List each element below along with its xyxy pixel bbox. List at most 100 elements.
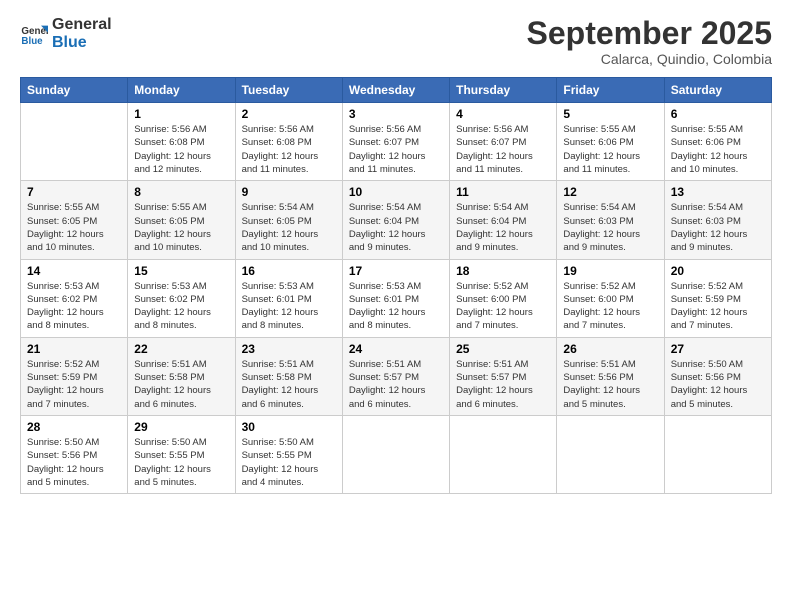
day-info: Sunrise: 5:53 AM Sunset: 6:01 PM Dayligh… xyxy=(242,280,336,333)
day-info: Sunrise: 5:52 AM Sunset: 6:00 PM Dayligh… xyxy=(563,280,657,333)
calendar-cell: 24Sunrise: 5:51 AM Sunset: 5:57 PM Dayli… xyxy=(342,337,449,415)
logo: General Blue General Blue xyxy=(20,16,112,51)
calendar-cell: 22Sunrise: 5:51 AM Sunset: 5:58 PM Dayli… xyxy=(128,337,235,415)
calendar-week-1: 1 Sunrise: 5:56 AM Sunset: 6:08 PM Daylig… xyxy=(21,103,772,181)
day-number: 29 xyxy=(134,420,228,434)
day-number: 10 xyxy=(349,185,443,199)
header-monday: Monday xyxy=(128,78,235,103)
day-number: 7 xyxy=(27,185,121,199)
day-number: 3 xyxy=(349,107,443,121)
day-number: 25 xyxy=(456,342,550,356)
calendar-cell xyxy=(21,103,128,181)
day-info: Sunrise: 5:56 AM Sunset: 6:07 PM Dayligh… xyxy=(456,123,550,176)
calendar-cell: 13 Sunrise: 5:54 AM Sunset: 6:03 PM Dayli… xyxy=(664,181,771,259)
day-info: Sunrise: 5:51 AM Sunset: 5:57 PM Dayligh… xyxy=(456,358,550,411)
day-number: 9 xyxy=(242,185,336,199)
calendar-cell: 18 Sunrise: 5:52 AM Sunset: 6:00 PM Dayli… xyxy=(450,259,557,337)
day-number: 16 xyxy=(242,264,336,278)
calendar-table: Sunday Monday Tuesday Wednesday Thursday… xyxy=(20,77,772,494)
day-number: 21 xyxy=(27,342,121,356)
calendar-cell: 19 Sunrise: 5:52 AM Sunset: 6:00 PM Dayli… xyxy=(557,259,664,337)
calendar-cell: 23Sunrise: 5:51 AM Sunset: 5:58 PM Dayli… xyxy=(235,337,342,415)
page: General Blue General Blue September 2025… xyxy=(0,0,792,612)
header-friday: Friday xyxy=(557,78,664,103)
day-info: Sunrise: 5:55 AM Sunset: 6:05 PM Dayligh… xyxy=(27,201,121,254)
calendar-week-5: 28 Sunrise: 5:50 AM Sunset: 5:56 PM Dayli… xyxy=(21,415,772,493)
day-info: Sunrise: 5:51 AM Sunset: 5:57 PM Dayligh… xyxy=(349,358,443,411)
day-info: Sunrise: 5:50 AM Sunset: 5:55 PM Dayligh… xyxy=(242,436,336,489)
calendar-cell: 17 Sunrise: 5:53 AM Sunset: 6:01 PM Dayli… xyxy=(342,259,449,337)
day-info: Sunrise: 5:50 AM Sunset: 5:56 PM Dayligh… xyxy=(671,358,765,411)
calendar-cell: 9 Sunrise: 5:54 AM Sunset: 6:05 PM Daylig… xyxy=(235,181,342,259)
day-info: Sunrise: 5:55 AM Sunset: 6:06 PM Dayligh… xyxy=(671,123,765,176)
day-number: 27 xyxy=(671,342,765,356)
day-info: Sunrise: 5:51 AM Sunset: 5:56 PM Dayligh… xyxy=(563,358,657,411)
calendar-cell: 14Sunrise: 5:53 AM Sunset: 6:02 PM Dayli… xyxy=(21,259,128,337)
calendar-cell: 1 Sunrise: 5:56 AM Sunset: 6:08 PM Daylig… xyxy=(128,103,235,181)
calendar-cell: 27 Sunrise: 5:50 AM Sunset: 5:56 PM Dayli… xyxy=(664,337,771,415)
day-info: Sunrise: 5:55 AM Sunset: 6:05 PM Dayligh… xyxy=(134,201,228,254)
day-number: 20 xyxy=(671,264,765,278)
calendar-header: Sunday Monday Tuesday Wednesday Thursday… xyxy=(21,78,772,103)
day-info: Sunrise: 5:56 AM Sunset: 6:07 PM Dayligh… xyxy=(349,123,443,176)
day-info: Sunrise: 5:54 AM Sunset: 6:05 PM Dayligh… xyxy=(242,201,336,254)
calendar-cell: 4 Sunrise: 5:56 AM Sunset: 6:07 PM Daylig… xyxy=(450,103,557,181)
day-number: 13 xyxy=(671,185,765,199)
day-info: Sunrise: 5:53 AM Sunset: 6:01 PM Dayligh… xyxy=(349,280,443,333)
calendar-week-2: 7 Sunrise: 5:55 AM Sunset: 6:05 PM Daylig… xyxy=(21,181,772,259)
calendar-cell: 28 Sunrise: 5:50 AM Sunset: 5:56 PM Dayli… xyxy=(21,415,128,493)
logo-icon: General Blue xyxy=(20,20,48,48)
calendar-cell: 15Sunrise: 5:53 AM Sunset: 6:02 PM Dayli… xyxy=(128,259,235,337)
day-number: 4 xyxy=(456,107,550,121)
logo-text-general: General xyxy=(52,16,112,34)
header-wednesday: Wednesday xyxy=(342,78,449,103)
calendar-cell: 8 Sunrise: 5:55 AM Sunset: 6:05 PM Daylig… xyxy=(128,181,235,259)
calendar-cell: 25 Sunrise: 5:51 AM Sunset: 5:57 PM Dayli… xyxy=(450,337,557,415)
calendar-cell: 6 Sunrise: 5:55 AM Sunset: 6:06 PM Daylig… xyxy=(664,103,771,181)
day-info: Sunrise: 5:52 AM Sunset: 5:59 PM Dayligh… xyxy=(671,280,765,333)
day-number: 18 xyxy=(456,264,550,278)
day-number: 6 xyxy=(671,107,765,121)
calendar-week-3: 14Sunrise: 5:53 AM Sunset: 6:02 PM Dayli… xyxy=(21,259,772,337)
day-info: Sunrise: 5:51 AM Sunset: 5:58 PM Dayligh… xyxy=(242,358,336,411)
day-number: 12 xyxy=(563,185,657,199)
day-info: Sunrise: 5:53 AM Sunset: 6:02 PM Dayligh… xyxy=(27,280,121,333)
calendar-cell: 21 Sunrise: 5:52 AM Sunset: 5:59 PM Dayli… xyxy=(21,337,128,415)
calendar-cell: 30Sunrise: 5:50 AM Sunset: 5:55 PM Dayli… xyxy=(235,415,342,493)
day-info: Sunrise: 5:54 AM Sunset: 6:03 PM Dayligh… xyxy=(563,201,657,254)
day-info: Sunrise: 5:50 AM Sunset: 5:55 PM Dayligh… xyxy=(134,436,228,489)
day-info: Sunrise: 5:54 AM Sunset: 6:03 PM Dayligh… xyxy=(671,201,765,254)
calendar-cell: 12 Sunrise: 5:54 AM Sunset: 6:03 PM Dayli… xyxy=(557,181,664,259)
day-info: Sunrise: 5:51 AM Sunset: 5:58 PM Dayligh… xyxy=(134,358,228,411)
calendar-cell xyxy=(664,415,771,493)
day-number: 8 xyxy=(134,185,228,199)
day-number: 28 xyxy=(27,420,121,434)
day-info: Sunrise: 5:55 AM Sunset: 6:06 PM Dayligh… xyxy=(563,123,657,176)
header-sunday: Sunday xyxy=(21,78,128,103)
calendar-cell xyxy=(342,415,449,493)
day-number: 26 xyxy=(563,342,657,356)
day-info: Sunrise: 5:52 AM Sunset: 6:00 PM Dayligh… xyxy=(456,280,550,333)
day-number: 1 xyxy=(134,107,228,121)
header: General Blue General Blue September 2025… xyxy=(20,16,772,67)
day-info: Sunrise: 5:50 AM Sunset: 5:56 PM Dayligh… xyxy=(27,436,121,489)
day-info: Sunrise: 5:56 AM Sunset: 6:08 PM Dayligh… xyxy=(134,123,228,176)
day-info: Sunrise: 5:52 AM Sunset: 5:59 PM Dayligh… xyxy=(27,358,121,411)
calendar-cell: 29 Sunrise: 5:50 AM Sunset: 5:55 PM Dayli… xyxy=(128,415,235,493)
calendar-cell: 2 Sunrise: 5:56 AM Sunset: 6:08 PM Daylig… xyxy=(235,103,342,181)
header-saturday: Saturday xyxy=(664,78,771,103)
day-info: Sunrise: 5:56 AM Sunset: 6:08 PM Dayligh… xyxy=(242,123,336,176)
calendar-cell: 10Sunrise: 5:54 AM Sunset: 6:04 PM Dayli… xyxy=(342,181,449,259)
day-number: 11 xyxy=(456,185,550,199)
day-number: 2 xyxy=(242,107,336,121)
title-block: September 2025 Calarca, Quindio, Colombi… xyxy=(527,16,772,67)
calendar-cell xyxy=(557,415,664,493)
day-number: 17 xyxy=(349,264,443,278)
calendar-cell: 16 Sunrise: 5:53 AM Sunset: 6:01 PM Dayli… xyxy=(235,259,342,337)
day-number: 19 xyxy=(563,264,657,278)
logo-text-blue: Blue xyxy=(52,34,112,52)
calendar-cell: 11Sunrise: 5:54 AM Sunset: 6:04 PM Dayli… xyxy=(450,181,557,259)
calendar-week-4: 21 Sunrise: 5:52 AM Sunset: 5:59 PM Dayli… xyxy=(21,337,772,415)
calendar-cell: 3 Sunrise: 5:56 AM Sunset: 6:07 PM Daylig… xyxy=(342,103,449,181)
calendar-cell: 26 Sunrise: 5:51 AM Sunset: 5:56 PM Dayli… xyxy=(557,337,664,415)
